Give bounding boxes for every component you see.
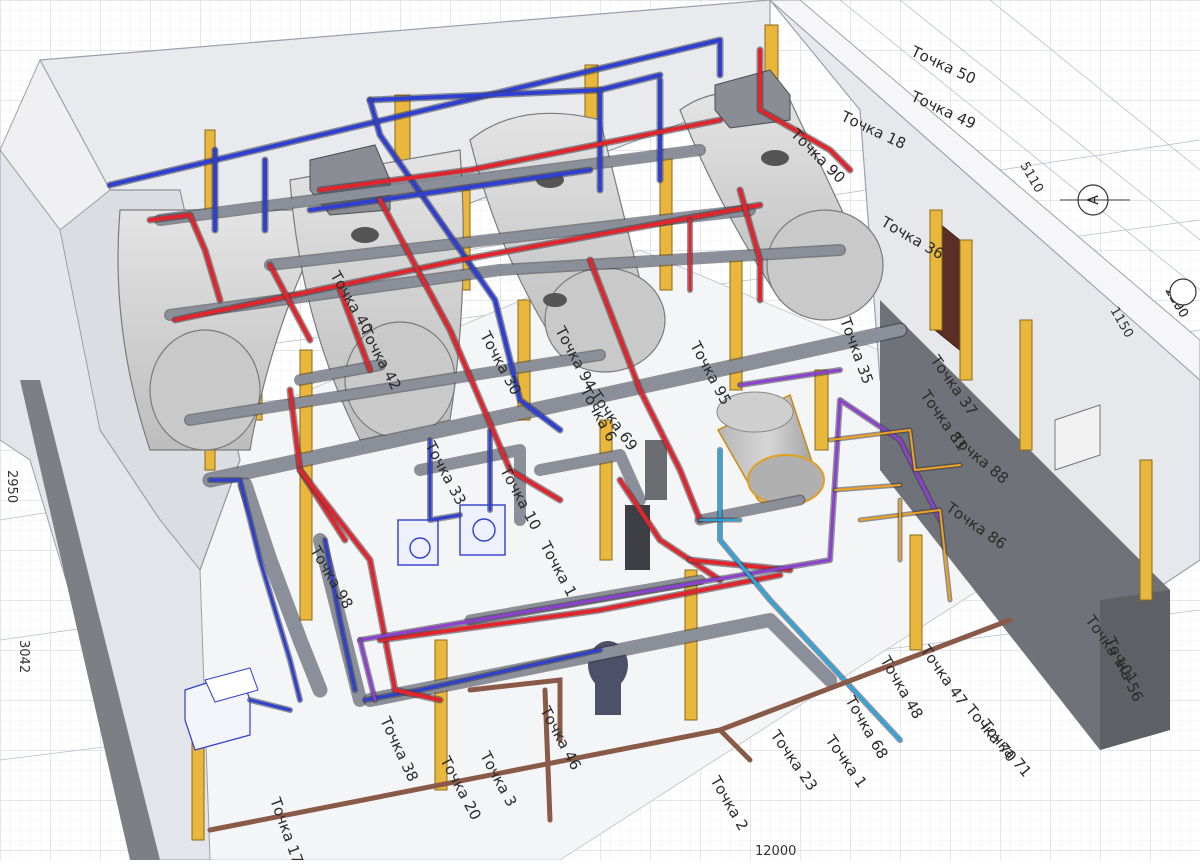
axis-marker-label: A: [1086, 195, 1102, 205]
support-column: [1139, 459, 1153, 601]
support-column: [814, 369, 829, 451]
support-column: [1019, 319, 1033, 451]
support-column: [959, 239, 973, 381]
dimension-label: 3042: [16, 640, 31, 673]
support-column: [909, 534, 923, 651]
pipework-3d-scene[interactable]: Точка 50Точка 49Точка 18Точка 90Точка 36…: [0, 0, 1200, 864]
dimension-label: 2950: [4, 470, 19, 503]
3d-model-viewport[interactable]: Точка 50 Точка 49 Точка 18 Точка 90 Точка 36…: [0, 0, 1200, 864]
dimension-label: 12000: [755, 844, 796, 859]
support-column: [929, 209, 943, 331]
